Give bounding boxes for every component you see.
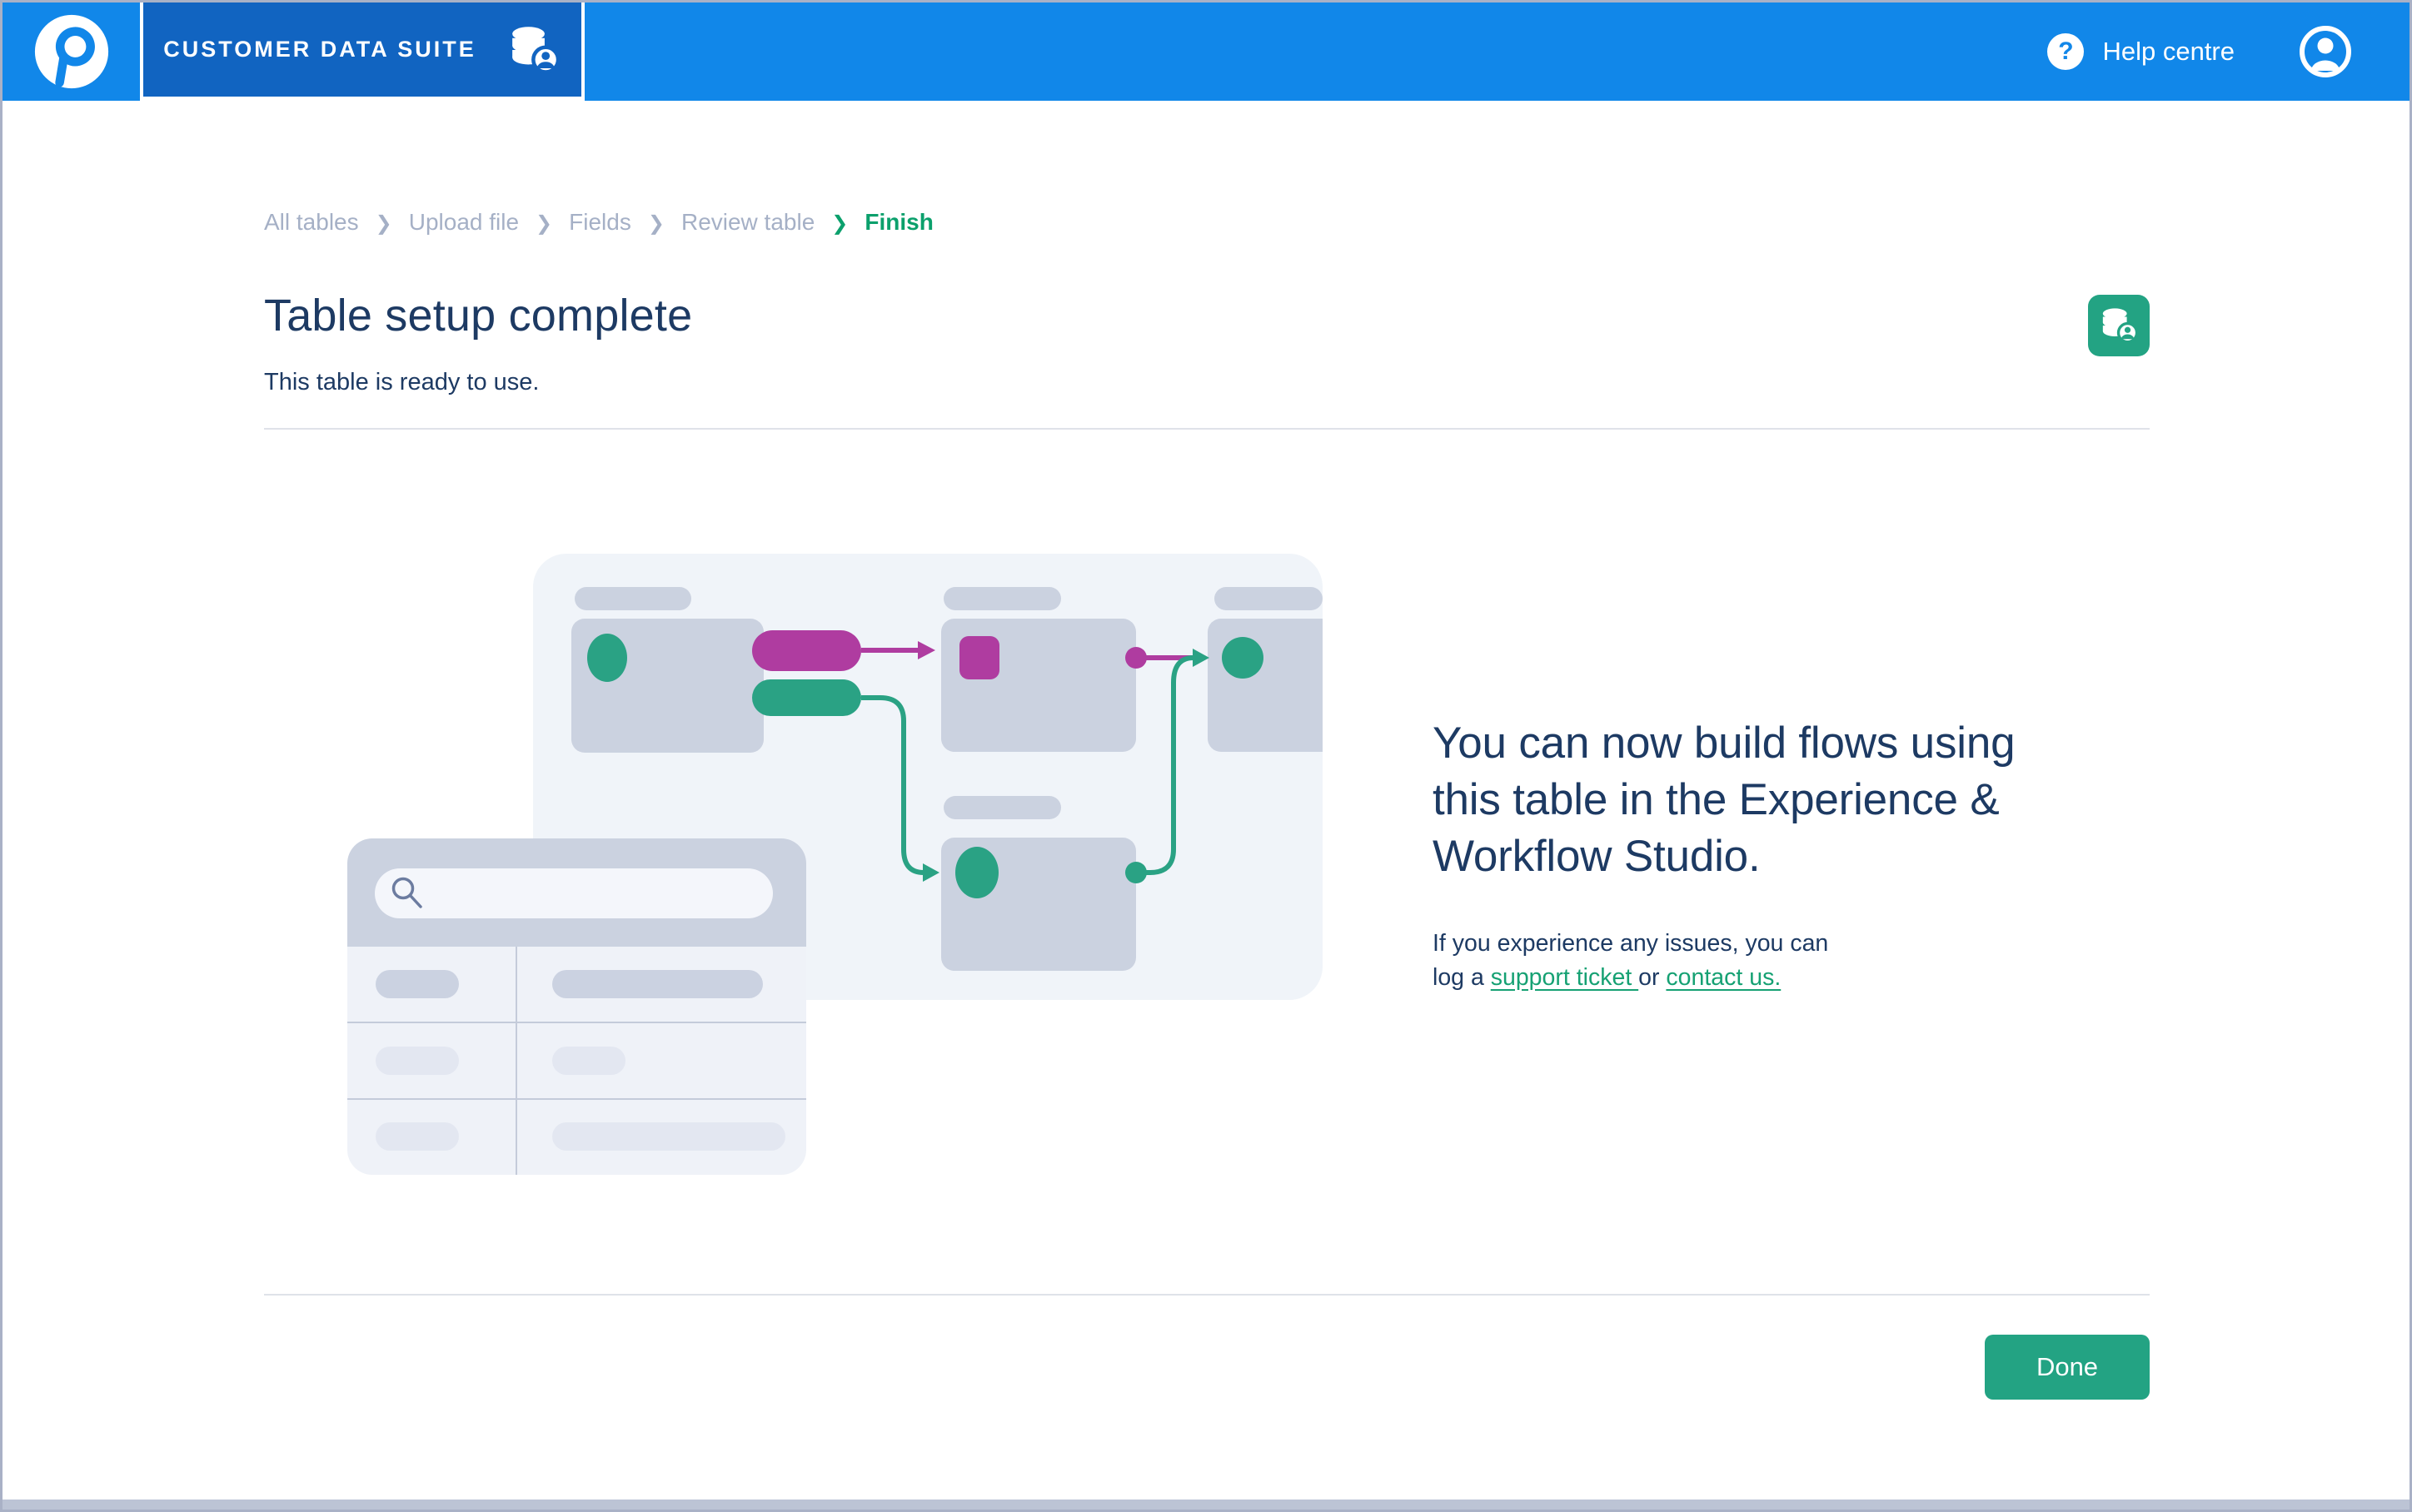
product-switcher[interactable]: CUSTOMER DATA SUITE bbox=[140, 2, 585, 101]
user-avatar-icon[interactable] bbox=[2298, 24, 2353, 79]
topbar-right-group: ? Help centre bbox=[2047, 2, 2410, 101]
divider-top bbox=[264, 428, 2150, 430]
headline-line-3: Workflow Studio. bbox=[1433, 828, 2124, 885]
help-centre-label: Help centre bbox=[2102, 37, 2235, 67]
headline-line-1: You can now build flows using bbox=[1433, 715, 2124, 772]
question-circle-icon: ? bbox=[2047, 33, 2084, 70]
support-ticket-link[interactable]: support ticket bbox=[1491, 964, 1638, 991]
breadcrumb-all-tables[interactable]: All tables bbox=[264, 209, 359, 236]
body-line-2: log a support ticket or contact us. bbox=[1433, 961, 2124, 995]
breadcrumb-fields[interactable]: Fields bbox=[569, 209, 631, 236]
flow-builder-illustration bbox=[319, 535, 1352, 1201]
chevron-right-icon: ❯ bbox=[648, 211, 665, 236]
done-button[interactable]: Done bbox=[1985, 1335, 2150, 1400]
message-headline: You can now build flows using this table… bbox=[1433, 715, 2124, 885]
breadcrumb: All tables ❯ Upload file ❯ Fields ❯ Revi… bbox=[264, 209, 934, 236]
contact-us-link[interactable]: contact us. bbox=[1666, 964, 1781, 991]
divider-bottom bbox=[264, 1294, 2150, 1296]
p-logo-icon bbox=[33, 13, 110, 90]
breadcrumb-review-table[interactable]: Review table bbox=[681, 209, 815, 236]
message-body: If you experience any issues, you can lo… bbox=[1433, 927, 2124, 995]
table-database-user-icon bbox=[2088, 295, 2150, 356]
body-line-1: If you experience any issues, you can bbox=[1433, 927, 2124, 961]
body-line-2-middle: or bbox=[1638, 964, 1666, 991]
company-logo[interactable] bbox=[2, 2, 140, 101]
breadcrumb-upload-file[interactable]: Upload file bbox=[409, 209, 519, 236]
headline-line-2: this table in the Experience & bbox=[1433, 772, 2124, 828]
top-navigation-bar: CUSTOMER DATA SUITE ? Help centre bbox=[2, 2, 2410, 101]
window-bottom-edge bbox=[2, 1500, 2410, 1510]
chevron-right-icon-green: ❯ bbox=[831, 211, 848, 236]
body-line-2-prefix: log a bbox=[1433, 964, 1491, 991]
database-user-icon bbox=[506, 24, 561, 76]
help-centre-button[interactable]: ? Help centre bbox=[2047, 33, 2235, 70]
page-title: Table setup complete bbox=[264, 290, 692, 341]
search-field-illustration bbox=[375, 868, 773, 918]
question-glyph: ? bbox=[2058, 39, 2073, 64]
success-message: You can now build flows using this table… bbox=[1433, 715, 2124, 995]
breadcrumb-finish: Finish bbox=[865, 209, 933, 236]
page-subtitle: This table is ready to use. bbox=[264, 369, 539, 396]
product-title: CUSTOMER DATA SUITE bbox=[163, 37, 476, 62]
chevron-right-icon: ❯ bbox=[536, 211, 552, 236]
app-window: CUSTOMER DATA SUITE ? Help centre bbox=[0, 0, 2412, 1512]
chevron-right-icon: ❯ bbox=[376, 211, 392, 236]
